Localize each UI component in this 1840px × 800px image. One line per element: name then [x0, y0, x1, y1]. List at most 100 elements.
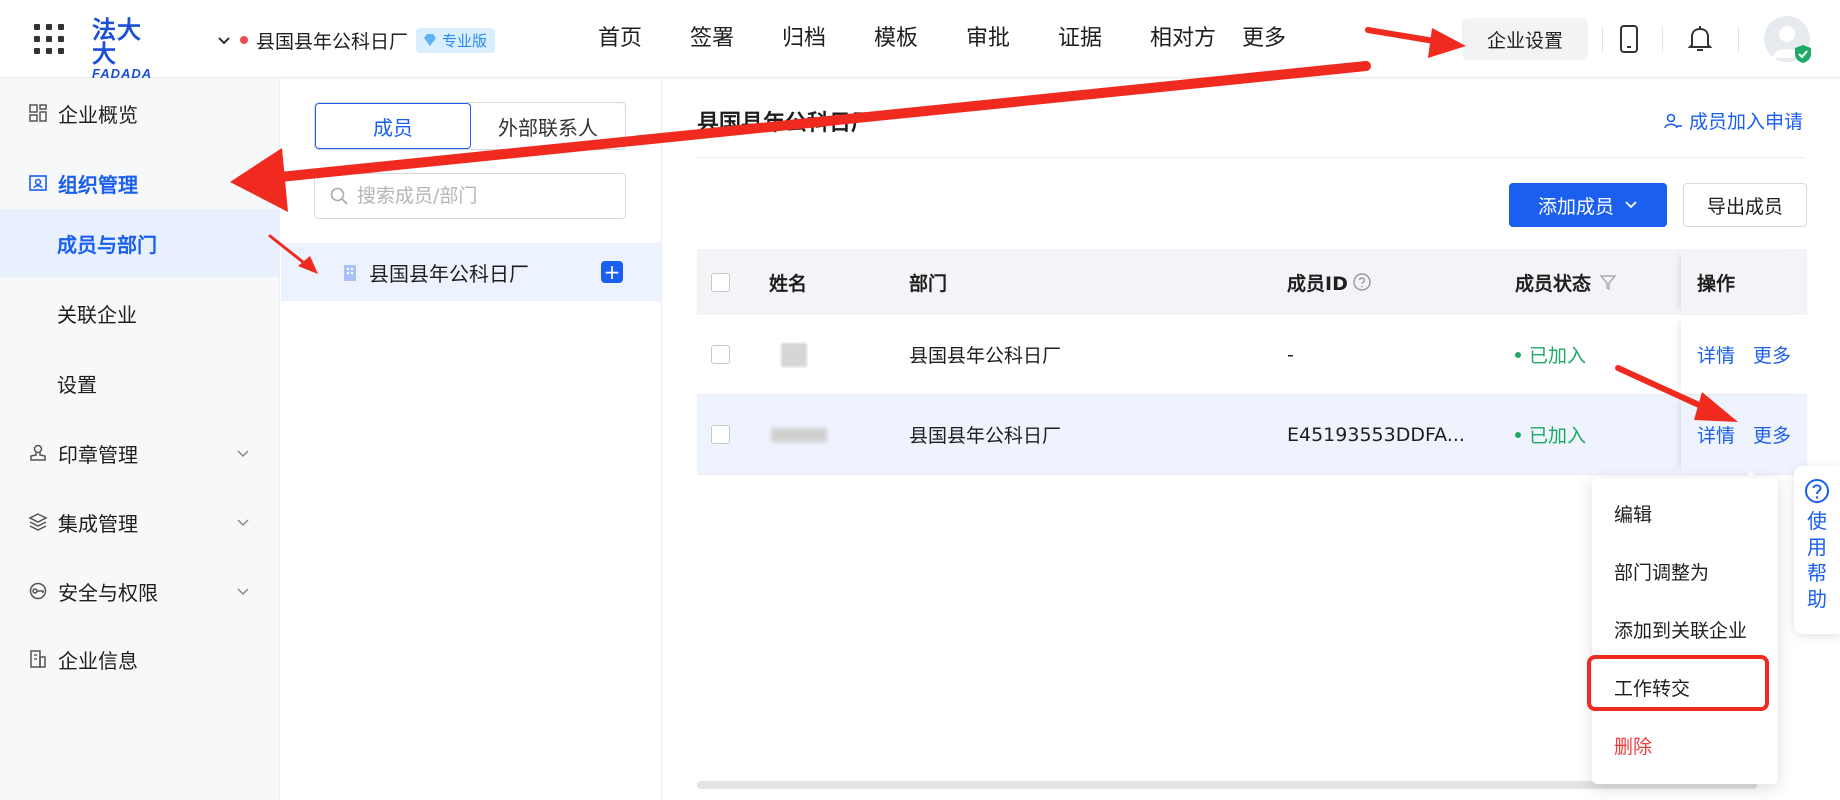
menu-item-edit[interactable]: 编辑 [1614, 500, 1652, 527]
sidebar-item-members-departments[interactable]: 成员与部门 [0, 209, 280, 277]
org-name: 县国县年公科日厂 [256, 30, 409, 53]
detail-link[interactable]: 详情 [1697, 341, 1735, 368]
dept-name: 县国县年公科日厂 [369, 261, 529, 286]
member-dept: 县国县年公科日厂 [909, 425, 1062, 447]
status-badge: 已加入 [1529, 345, 1587, 367]
member-search [314, 173, 626, 219]
more-link[interactable]: 更多 [1753, 341, 1791, 368]
row-checkbox[interactable] [711, 425, 730, 444]
add-department-button[interactable]: + [601, 261, 623, 283]
sidebar-item-label: 企业信息 [58, 648, 138, 673]
building-icon [30, 650, 46, 668]
detail-link[interactable]: 详情 [1697, 421, 1735, 448]
filter-icon[interactable] [1599, 273, 1617, 291]
add-member-button[interactable]: 添加成员 [1509, 183, 1667, 227]
annotation-highlight-box [1587, 655, 1769, 711]
chevron-down-icon [237, 519, 249, 527]
sidebar-item-seals[interactable]: 印章管理 [0, 419, 280, 487]
org-switcher[interactable]: 县国县年公科日厂 专业版 [216, 26, 496, 54]
member-name-redacted [769, 427, 827, 442]
mobile-icon[interactable] [1618, 24, 1640, 54]
member-type-tabs: 成员 外部联系人 [314, 102, 626, 150]
col-name: 姓名 [769, 272, 808, 295]
chevron-down-icon [1625, 201, 1637, 209]
question-circle-icon [1805, 479, 1829, 503]
table-header: 姓名 部门 成员ID 成员状态 操作 [697, 249, 1807, 315]
search-icon [330, 187, 348, 205]
nav-item-home[interactable]: 首页 [598, 22, 690, 56]
member-id: E45193553DDFA... [1287, 423, 1465, 446]
question-circle-icon[interactable] [1352, 272, 1372, 292]
enterprise-settings-button[interactable]: 企业设置 [1462, 18, 1588, 60]
help-char: 使 [1807, 509, 1827, 533]
nav-item-template[interactable]: 模板 [874, 22, 966, 56]
menu-item-add-to-affiliate[interactable]: 添加到关联企业 [1614, 616, 1747, 643]
member-id: - [1287, 343, 1294, 366]
nav-item-counterparty[interactable]: 相对方 [1150, 22, 1242, 56]
help-side-tab[interactable]: 使 用 帮 助 [1794, 466, 1840, 634]
sidebar-item-organization[interactable]: 组织管理 [0, 149, 280, 217]
member-status: 已加入 [1515, 421, 1586, 448]
nav-item-evidence[interactable]: 证据 [1058, 22, 1150, 56]
nav-item-sign[interactable]: 签署 [690, 22, 782, 56]
menu-item-change-dept[interactable]: 部门调整为 [1614, 558, 1709, 585]
members-table: 姓名 部门 成员ID 成员状态 操作 县国县年公科日厂 - 已加入 详情 更多 … [697, 249, 1807, 475]
col-member-id-label: 成员ID [1287, 272, 1348, 295]
edition-badge: 专业版 [416, 27, 496, 53]
top-nav: 首页 签署 归档 模板 审批 证据 相对方 更多 [598, 22, 1334, 56]
sidebar-item-label: 设置 [57, 372, 97, 397]
sidebar-item-security[interactable]: 安全与权限 [0, 557, 280, 625]
help-char: 用 [1807, 535, 1827, 559]
more-link[interactable]: 更多 [1753, 421, 1791, 448]
add-member-label: 添加成员 [1537, 195, 1614, 218]
search-input[interactable] [357, 185, 617, 207]
key-icon [29, 582, 47, 600]
sidebar-item-enterprise-info[interactable]: 企业信息 [0, 625, 280, 693]
nav-item-more[interactable]: 更多 [1242, 22, 1334, 56]
table-row[interactable]: 县国县年公科日厂 E45193553DDFA... 已加入 详情 更多 [697, 395, 1807, 475]
member-apply-link[interactable]: 成员加入申请 [1663, 107, 1803, 134]
diamond-icon [424, 34, 437, 46]
dashboard-icon [29, 104, 47, 122]
select-all-checkbox[interactable] [711, 272, 730, 292]
nav-item-approval[interactable]: 审批 [966, 22, 1058, 56]
edition-badge-label: 专业版 [442, 31, 488, 50]
chevron-down-icon [218, 37, 230, 45]
page-title: 县国县年公科日厂 [697, 111, 874, 136]
app-grid-icon[interactable] [34, 24, 64, 54]
sidebar-item-integration[interactable]: 集成管理 [0, 488, 280, 556]
col-dept: 部门 [909, 272, 948, 295]
tab-members[interactable]: 成员 [315, 103, 471, 149]
member-status: 已加入 [1515, 341, 1586, 368]
sidebar-item-overview[interactable]: 企业概览 [0, 79, 280, 147]
sidebar-item-label: 关联企业 [57, 302, 137, 327]
header-divider [1662, 26, 1663, 52]
help-char: 助 [1807, 587, 1827, 611]
org-status-dot [240, 36, 248, 44]
col-status-label: 成员状态 [1515, 272, 1592, 295]
sidebar-item-affiliated[interactable]: 关联企业 [0, 279, 280, 347]
tab-external-contacts[interactable]: 外部联系人 [471, 103, 625, 149]
stamp-icon [30, 444, 46, 461]
layers-icon [28, 513, 48, 531]
verified-shield-icon [1795, 45, 1811, 63]
user-add-icon [1664, 113, 1682, 128]
bell-icon[interactable] [1686, 24, 1714, 54]
sidebar-item-org-settings[interactable]: 设置 [0, 349, 280, 417]
menu-item-delete[interactable]: 删除 [1614, 732, 1652, 759]
sidebar-item-label: 安全与权限 [58, 580, 158, 605]
chevron-down-icon [237, 588, 249, 596]
org-card-icon [29, 175, 47, 191]
logo[interactable]: 法大大 FADADA [92, 18, 166, 81]
row-checkbox[interactable] [711, 345, 730, 364]
export-members-button[interactable]: 导出成员 [1683, 183, 1807, 227]
dept-tree-root[interactable]: 县国县年公科日厂 + [281, 243, 661, 301]
chevron-down-icon [237, 450, 249, 458]
nav-item-archive[interactable]: 归档 [782, 22, 874, 56]
header-divider [1738, 26, 1739, 52]
table-row[interactable]: 县国县年公科日厂 - 已加入 详情 更多 [697, 315, 1807, 395]
member-dept: 县国县年公科日厂 [909, 345, 1062, 367]
col-actions-label: 操作 [1697, 272, 1736, 295]
sidebar-item-label: 集成管理 [58, 511, 138, 536]
col-member-id: 成员ID [1287, 269, 1372, 296]
